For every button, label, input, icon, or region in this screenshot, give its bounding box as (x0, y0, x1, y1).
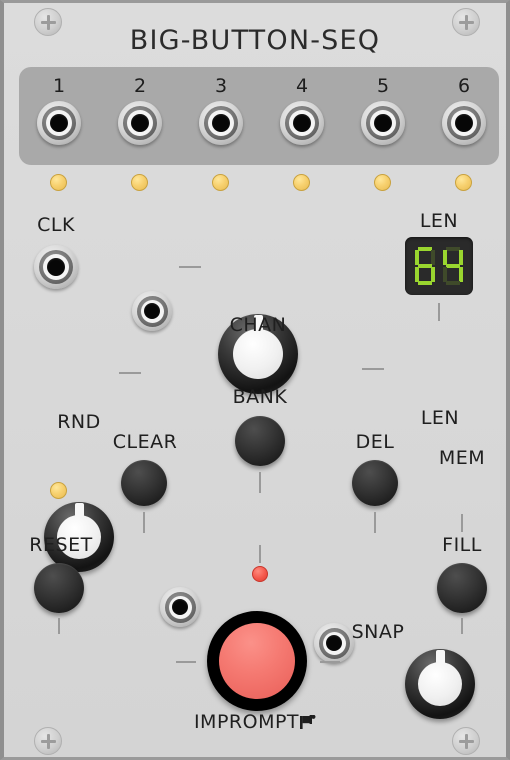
reset-led (50, 482, 67, 499)
snap-label: SNAP (351, 621, 405, 643)
big-red-button[interactable] (207, 611, 307, 711)
jack-hole (212, 114, 230, 132)
channel-cell-4: 4 (271, 75, 333, 145)
rnd-cv-jack[interactable] (160, 587, 200, 627)
channel-number-1: 1 (52, 75, 66, 97)
clear-label: CLEAR (112, 431, 178, 453)
channel-number-5: 5 (376, 75, 390, 97)
jack-hole (47, 258, 65, 276)
jack-hole (50, 114, 68, 132)
jack-hole (131, 114, 149, 132)
fill-label: FILL (442, 534, 482, 556)
del-label: DEL (355, 431, 395, 453)
jack-hole (374, 114, 392, 132)
del-button[interactable] (352, 460, 398, 506)
channel-jack-1[interactable] (37, 101, 81, 145)
brand-text: IMPROMPT (193, 711, 300, 733)
display-digit-1 (413, 246, 437, 286)
reset-connector-line (58, 618, 60, 634)
chan-connector-line (179, 266, 201, 268)
mem-label: MEM (438, 447, 486, 469)
jack-hole (326, 635, 342, 651)
channel-jack-strip: 1 2 3 4 5 6 (19, 67, 499, 165)
reset-button[interactable] (34, 563, 84, 613)
reset-label: RESET (29, 534, 93, 556)
bank-label: BANK (232, 386, 288, 408)
channel-number-2: 2 (133, 75, 147, 97)
channel-jack-2[interactable] (118, 101, 162, 145)
module-panel: BIG-BUTTON-SEQ 1 2 3 4 5 6 CLK CHAN LEN … (0, 0, 510, 760)
channel-cell-1: 1 (28, 75, 90, 145)
fill-connector-line (461, 618, 463, 634)
channel-cell-6: 6 (433, 75, 495, 145)
clk-label: CLK (37, 214, 75, 236)
len-connector-line (362, 368, 384, 370)
channel-jack-3[interactable] (199, 101, 243, 145)
channel-jack-4[interactable] (280, 101, 324, 145)
jack-hole (293, 114, 311, 132)
step-led-1 (50, 174, 67, 191)
clk-input-jack[interactable] (34, 245, 78, 289)
len-display (405, 237, 473, 295)
len-display-label: LEN (419, 210, 459, 232)
rnd-connector-line (119, 372, 141, 374)
step-led-6 (455, 174, 472, 191)
chan-label: CHAN (229, 314, 287, 336)
bank-connector-line-1 (259, 472, 261, 493)
flag-note-icon (300, 713, 316, 729)
big-button-connector-line-right (320, 661, 340, 663)
jack-hole (144, 303, 160, 319)
bank-button[interactable] (235, 416, 285, 466)
clear-connector-line (143, 512, 145, 533)
step-led-2 (131, 174, 148, 191)
knob-pointer (435, 650, 445, 664)
big-button-cap (219, 623, 295, 699)
len-display-connector-line (438, 303, 440, 321)
channel-jack-5[interactable] (361, 101, 405, 145)
brand-logo: IMPROMPT (4, 711, 506, 733)
jack-hole (172, 599, 188, 615)
channel-cell-3: 3 (190, 75, 252, 145)
step-led-3 (212, 174, 229, 191)
bank-led (252, 566, 268, 582)
rnd-label: RND (57, 411, 101, 433)
knob-face (418, 662, 462, 706)
step-led-4 (293, 174, 310, 191)
step-led-5 (374, 174, 391, 191)
bank-connector-line-2 (259, 545, 261, 563)
knob-face (233, 329, 283, 379)
fill-button[interactable] (437, 563, 487, 613)
channel-number-3: 3 (214, 75, 228, 97)
channel-cell-5: 5 (352, 75, 414, 145)
channel-jack-6[interactable] (442, 101, 486, 145)
chan-cv-jack[interactable] (132, 291, 172, 331)
channel-number-6: 6 (457, 75, 471, 97)
jack-hole (455, 114, 473, 132)
len-knob-label: LEN (420, 407, 460, 429)
page-title: BIG-BUTTON-SEQ (129, 25, 381, 56)
len-knob[interactable] (405, 649, 475, 719)
big-button-connector-line-left (176, 661, 196, 663)
del-connector-line (374, 512, 376, 533)
channel-cell-2: 2 (109, 75, 171, 145)
display-digit-2 (441, 246, 465, 286)
clear-button[interactable] (121, 460, 167, 506)
knob-pointer (74, 503, 84, 517)
mem-connector-line (461, 514, 463, 532)
channel-number-4: 4 (295, 75, 309, 97)
